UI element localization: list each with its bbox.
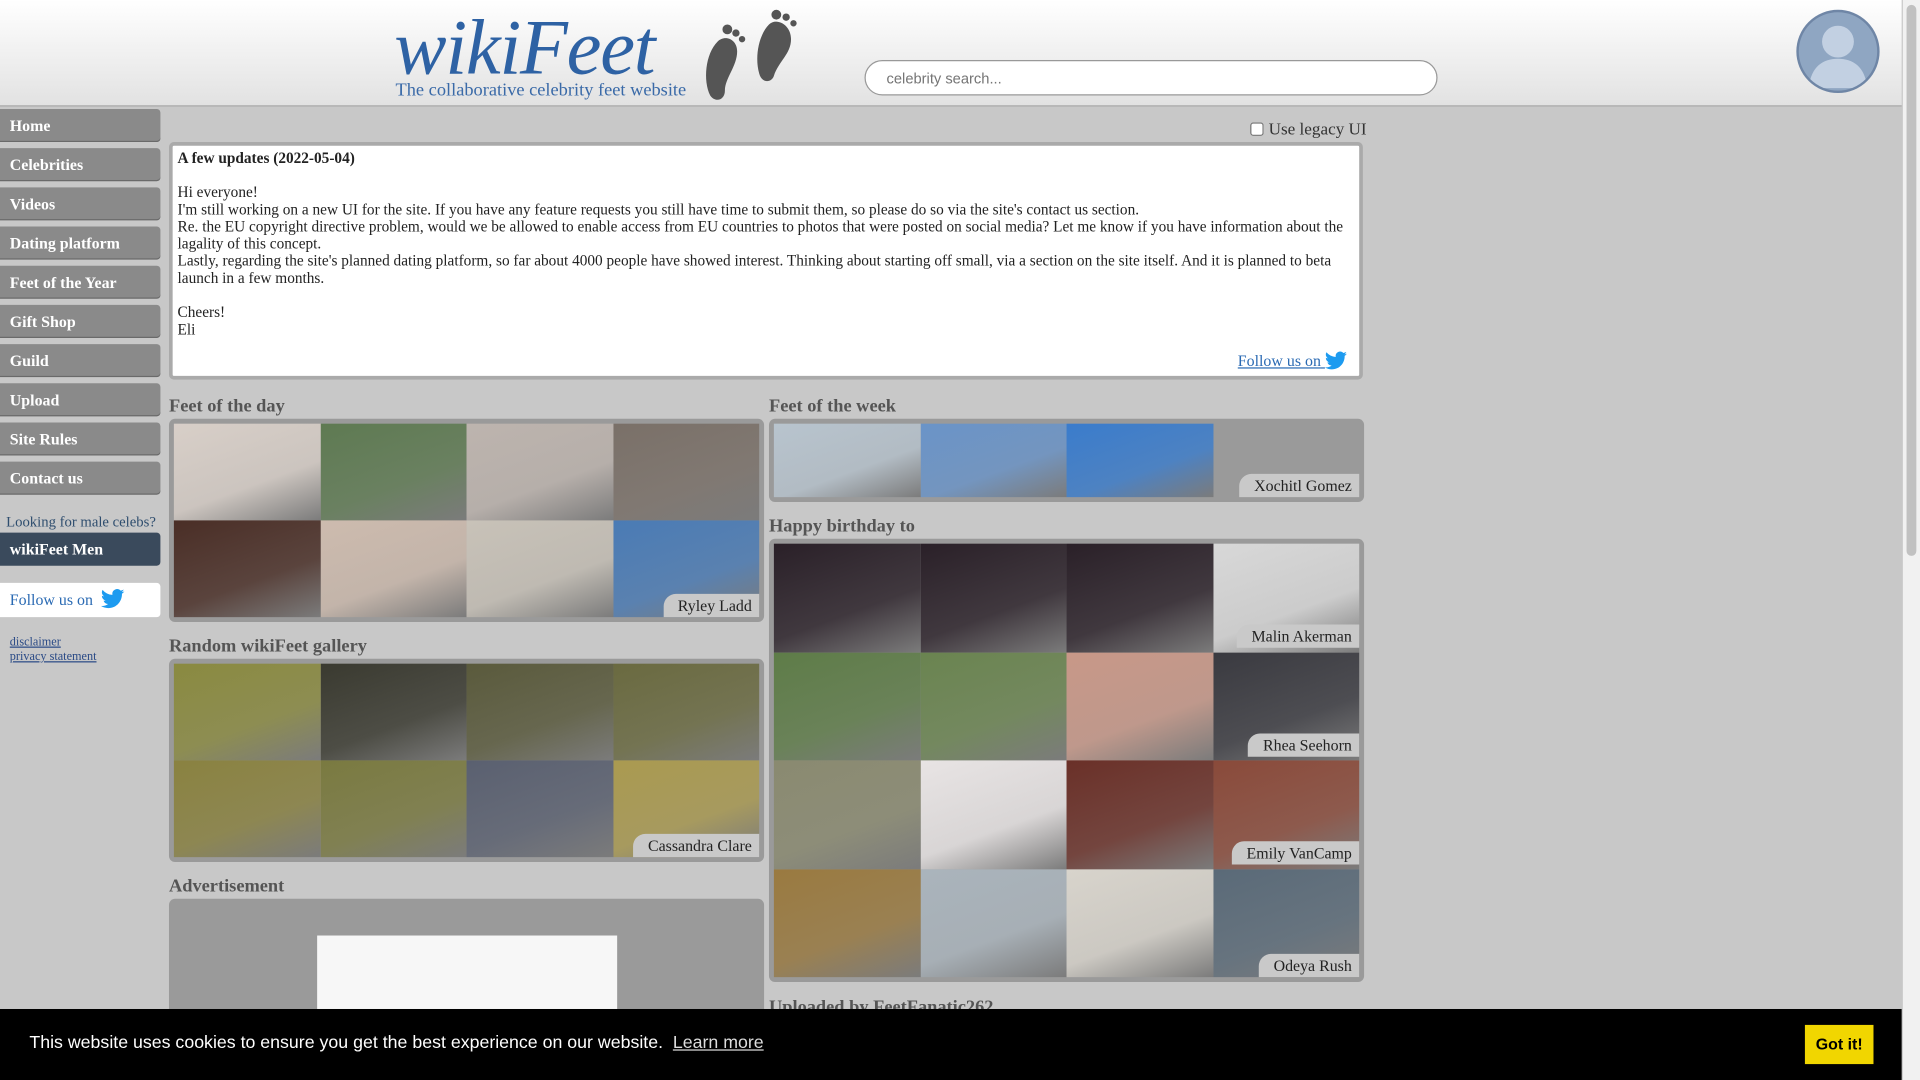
nav-upload[interactable]: Upload [0,383,161,417]
nav-home[interactable]: Home [0,108,161,143]
feet-of-week-thumbnail[interactable] [920,423,1067,498]
nav-site-rules[interactable]: Site Rules [0,422,161,456]
feet-of-day-thumbnail[interactable] [466,423,613,521]
birthday-thumbnail[interactable] [920,543,1067,653]
wikifeet-men-button[interactable]: wikiFeet Men [0,532,161,566]
birthday-name-3[interactable]: Emily VanCamp [1231,841,1360,865]
birthday-grid[interactable] [773,543,1360,978]
sidebar-follow-twitter[interactable]: Follow us on [0,582,161,618]
random-gallery-thumbnail[interactable] [173,760,321,858]
user-icon [1808,25,1868,89]
male-celebs-question: Looking for male celebs? [6,513,156,531]
news-greeting: Hi everyone! [177,183,258,201]
twitter-icon [1324,351,1347,370]
cookie-banner: This website uses cookies to ensure you … [0,1008,1902,1080]
birthday-name-2[interactable]: Rhea Seehorn [1248,733,1360,757]
nav-feet-of-the-year[interactable]: Feet of the Year [0,265,161,299]
random-gallery-panel[interactable]: Cassandra Clare [168,658,765,863]
legacy-ui-label: Use legacy UI [1268,121,1367,140]
feet-of-day-thumbnail[interactable] [466,520,613,618]
scrollbar-thumb[interactable] [1906,4,1917,556]
birthday-thumbnail[interactable] [773,652,921,761]
birthday-name-1[interactable]: Malin Akerman [1236,624,1360,648]
nav-celebrities[interactable]: Celebrities [0,148,161,182]
feet-of-day-thumbnail[interactable] [320,520,467,618]
random-gallery-grid[interactable] [173,663,760,858]
feet-of-day-thumbnail[interactable] [173,423,321,521]
feet-of-day-title: Feet of the day [168,396,285,417]
feet-logo-icon[interactable] [700,7,803,103]
random-gallery-thumbnail[interactable] [466,760,613,858]
advertisement-panel [168,898,765,1022]
sidebar-nav: Home Celebrities Videos Dating platform … [0,108,161,501]
feet-of-week-name[interactable]: Xochitl Gomez [1239,473,1360,498]
random-gallery-thumbnail[interactable] [320,663,467,761]
news-box: A few updates (2022-05-04) Hi everyone! … [168,142,1363,380]
nav-guild[interactable]: Guild [0,344,161,378]
news-author: Eli [177,320,196,338]
site-header: wikiFeet The collaborative celebrity fee… [0,0,1902,107]
feet-of-day-panel[interactable]: Ryley Ladd [168,418,765,623]
logo-subtitle: The collaborative celebrity feet website [395,80,687,101]
random-gallery-thumbnail[interactable] [173,663,321,761]
nav-contact-us[interactable]: Contact us [0,461,161,495]
birthday-thumbnail[interactable] [773,868,921,978]
legacy-ui-checkbox[interactable] [1250,122,1264,136]
celebrity-search-input[interactable] [864,60,1438,96]
news-title: A few updates (2022-05-04) [177,149,355,167]
privacy-link[interactable]: privacy statement [10,650,97,665]
birthday-title: Happy birthday to [768,516,915,537]
legal-links: disclaimer privacy statement [10,636,97,665]
feet-of-week-thumbnail[interactable] [773,423,921,498]
cookie-learn-more-link[interactable]: Learn more [673,1033,764,1053]
logo-title[interactable]: wikiFeet [394,4,655,91]
birthday-thumbnail[interactable] [773,760,921,869]
random-gallery-thumbnail[interactable] [612,663,760,761]
random-gallery-name[interactable]: Cassandra Clare [633,833,760,858]
page-scrollbar[interactable] [1902,0,1920,1080]
feet-of-week-title: Feet of the week [768,396,896,417]
random-gallery-thumbnail[interactable] [466,663,613,761]
feet-of-day-thumbnail[interactable] [320,423,467,521]
nav-dating-platform[interactable]: Dating platform [0,226,161,260]
feet-of-week-panel[interactable]: Xochitl Gomez [768,418,1365,503]
disclaimer-link[interactable]: disclaimer [10,636,97,651]
birthday-thumbnail[interactable] [1066,760,1213,869]
nav-videos[interactable]: Videos [0,187,161,221]
feet-of-day-name[interactable]: Ryley Ladd [663,593,760,618]
news-signoff: Cheers! [177,303,226,321]
birthday-thumbnail[interactable] [920,652,1067,761]
feet-of-day-thumbnail[interactable] [173,520,321,618]
birthday-name-4[interactable]: Odeya Rush [1258,953,1360,978]
news-line-1: I'm still working on a new UI for the si… [177,200,1140,218]
feet-of-week-thumbnail[interactable] [1066,423,1213,498]
feet-of-day-grid[interactable] [173,423,760,618]
user-avatar[interactable] [1796,9,1880,94]
follow-label: Follow us on [9,590,93,609]
advertisement-title: Advertisement [168,876,285,897]
nav-gift-shop[interactable]: Gift Shop [0,304,161,338]
news-line-3: Lastly, regarding the site's planned dat… [177,252,1332,287]
random-gallery-title: Random wikiFeet gallery [168,636,367,657]
birthday-thumbnail[interactable] [773,543,921,653]
news-follow-label: Follow us on [1237,351,1321,370]
random-gallery-thumbnail[interactable] [320,760,467,858]
birthday-thumbnail[interactable] [1066,652,1213,761]
cookie-message-row: This website uses cookies to ensure you … [29,1033,763,1053]
birthday-thumbnail[interactable] [1066,868,1213,978]
birthday-thumbnail[interactable] [920,868,1067,978]
birthday-panel[interactable]: Malin Akerman Rhea Seehorn Emily VanCamp… [768,538,1365,983]
cookie-accept-button[interactable]: Got it! [1804,1024,1874,1065]
twitter-icon [101,589,125,609]
feet-of-day-thumbnail[interactable] [612,423,760,521]
legacy-ui-toggle[interactable]: Use legacy UI [1250,121,1367,141]
news-follow-twitter[interactable]: Follow us on [1237,351,1347,370]
news-line-2: Re. the EU copyright directive problem, … [177,217,1344,253]
birthday-thumbnail[interactable] [1066,543,1213,653]
birthday-thumbnail[interactable] [920,760,1067,869]
cookie-message: This website uses cookies to ensure you … [29,1033,664,1054]
